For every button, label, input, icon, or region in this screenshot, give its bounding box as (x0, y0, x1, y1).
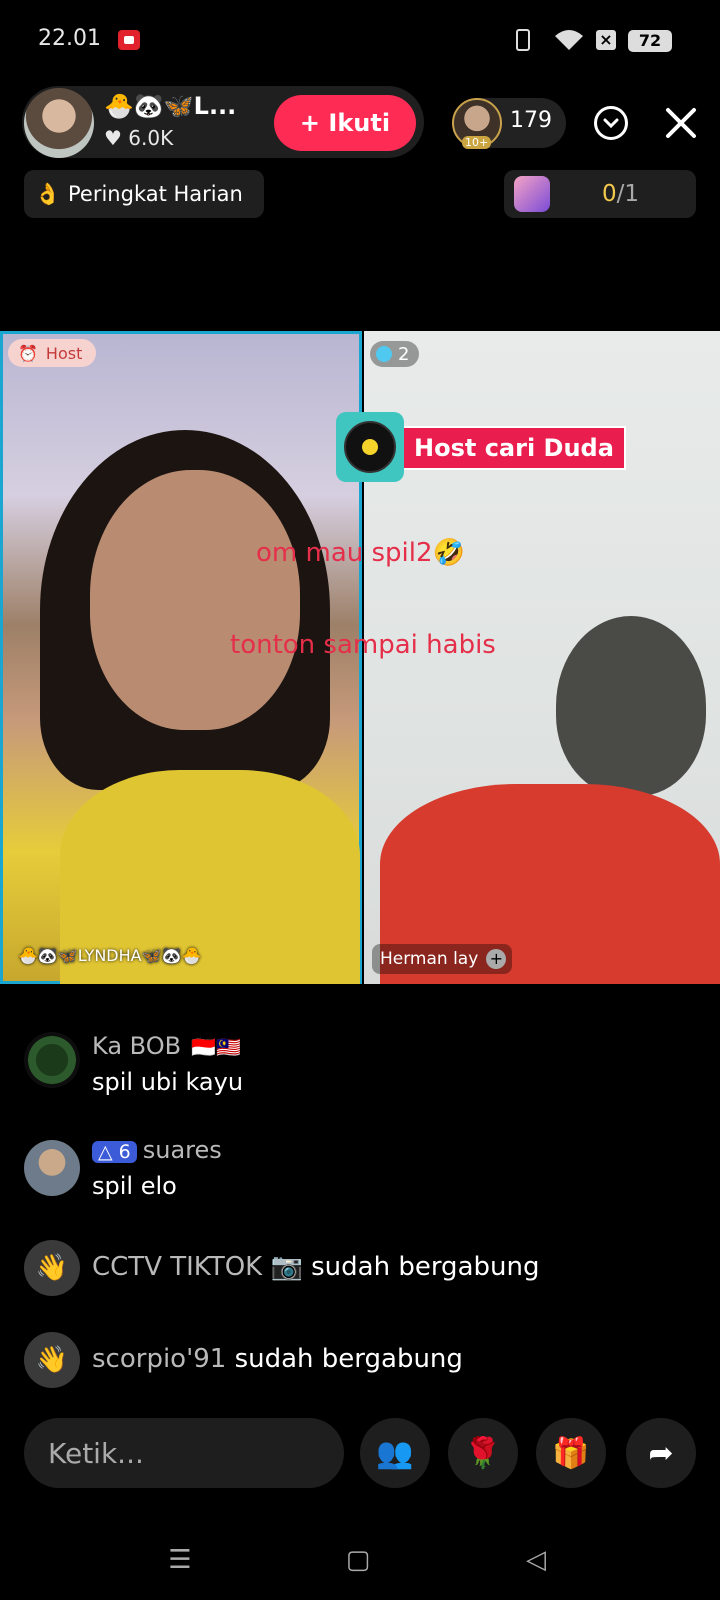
multi-guest-icon: 👥 (376, 1435, 414, 1471)
goal-progress: 0/1 (602, 181, 640, 207)
comment-input[interactable]: Ketik... (24, 1418, 344, 1488)
overlay-text-2: tonton sampai habis (230, 630, 496, 660)
music-disc-icon[interactable] (336, 412, 404, 482)
gift-icon: 🎁 (552, 1435, 590, 1471)
chat-avatar[interactable] (24, 1140, 80, 1196)
chat-avatar[interactable] (24, 1032, 80, 1088)
wifi-icon (555, 30, 583, 50)
host-name: 🐣🐼🦋L... (104, 92, 237, 120)
vibrate-icon (516, 29, 530, 51)
rose-gift-button[interactable]: 🌹 (448, 1418, 518, 1488)
host-video-name[interactable]: 🐣🐼🦋LYNDHA🦋🐼🐣 (18, 946, 201, 965)
nav-menu-icon[interactable]: ☰ (160, 1540, 200, 1580)
host-avatar[interactable] (24, 88, 94, 158)
chat-message: spil elo (92, 1172, 177, 1200)
viewer-count: 179 (510, 108, 552, 133)
level-badge: △ 6 (92, 1141, 137, 1163)
host-tag: ⏰ Host (8, 339, 97, 367)
daily-ranking-label: Peringkat Harian (68, 182, 243, 206)
collapse-button[interactable] (594, 106, 628, 140)
guest-viewer-count: 2 (398, 343, 410, 365)
host-alarm-icon: ⏰ (18, 343, 38, 363)
top-viewer-badge: 10+ (462, 136, 492, 149)
close-icon[interactable] (662, 104, 700, 142)
host-video-face (90, 470, 300, 730)
status-time: 22.01 (38, 26, 101, 51)
add-guest-icon[interactable]: + (486, 949, 507, 969)
wave-icon: 👋 (24, 1240, 80, 1296)
overlay-text-1: om mau spil2🤣 (256, 538, 465, 568)
share-icon: ➦ (648, 1435, 674, 1471)
rose-icon: 🌹 (464, 1435, 502, 1471)
chat-username[interactable]: △ 6 suares (92, 1136, 222, 1164)
screen-record-icon (118, 30, 140, 50)
follow-button[interactable]: + Ikuti (274, 95, 416, 151)
join-username[interactable]: scorpio'91 (92, 1344, 226, 1374)
nav-home-icon[interactable]: ▢ (338, 1540, 378, 1580)
goal-gift-icon (514, 176, 550, 212)
ok-hand-icon: 👌 (34, 181, 62, 206)
join-message: scorpio'91 sudah bergabung (92, 1344, 463, 1374)
daily-ranking-button[interactable]: 👌 Peringkat Harian (24, 170, 264, 218)
wave-icon: 👋 (24, 1332, 80, 1388)
guest-video-person (556, 616, 706, 796)
host-likes: ♥ 6.0K (104, 126, 174, 150)
chat-message: spil ubi kayu (92, 1068, 244, 1096)
no-sim-icon: × (596, 30, 616, 50)
chat-username[interactable]: Ka BOB 🇮🇩🇲🇾 (92, 1032, 241, 1060)
battery-icon: 72 (628, 30, 672, 52)
flags-icon: 🇮🇩🇲🇾 (191, 1035, 241, 1059)
guest-name-tag[interactable]: Herman lay + (372, 944, 513, 974)
gift-button[interactable]: 🎁 (536, 1418, 606, 1488)
join-message: CCTV TIKTOK 📷 sudah bergabung (92, 1252, 540, 1282)
share-button[interactable]: ➦ (626, 1418, 696, 1488)
nav-back-icon[interactable]: ◁ (516, 1540, 556, 1580)
host-tag-label: Host (45, 343, 83, 363)
chevron-down-icon (603, 118, 619, 129)
guest-viewer-tag: 2 (370, 341, 420, 367)
join-username[interactable]: CCTV TIKTOK 📷 (92, 1252, 303, 1282)
song-title[interactable]: Host cari Duda (404, 426, 626, 470)
guest-name: Herman lay (380, 949, 479, 969)
viewer-dot-icon (376, 346, 392, 362)
multi-guest-button[interactable]: 👥 (360, 1418, 430, 1488)
